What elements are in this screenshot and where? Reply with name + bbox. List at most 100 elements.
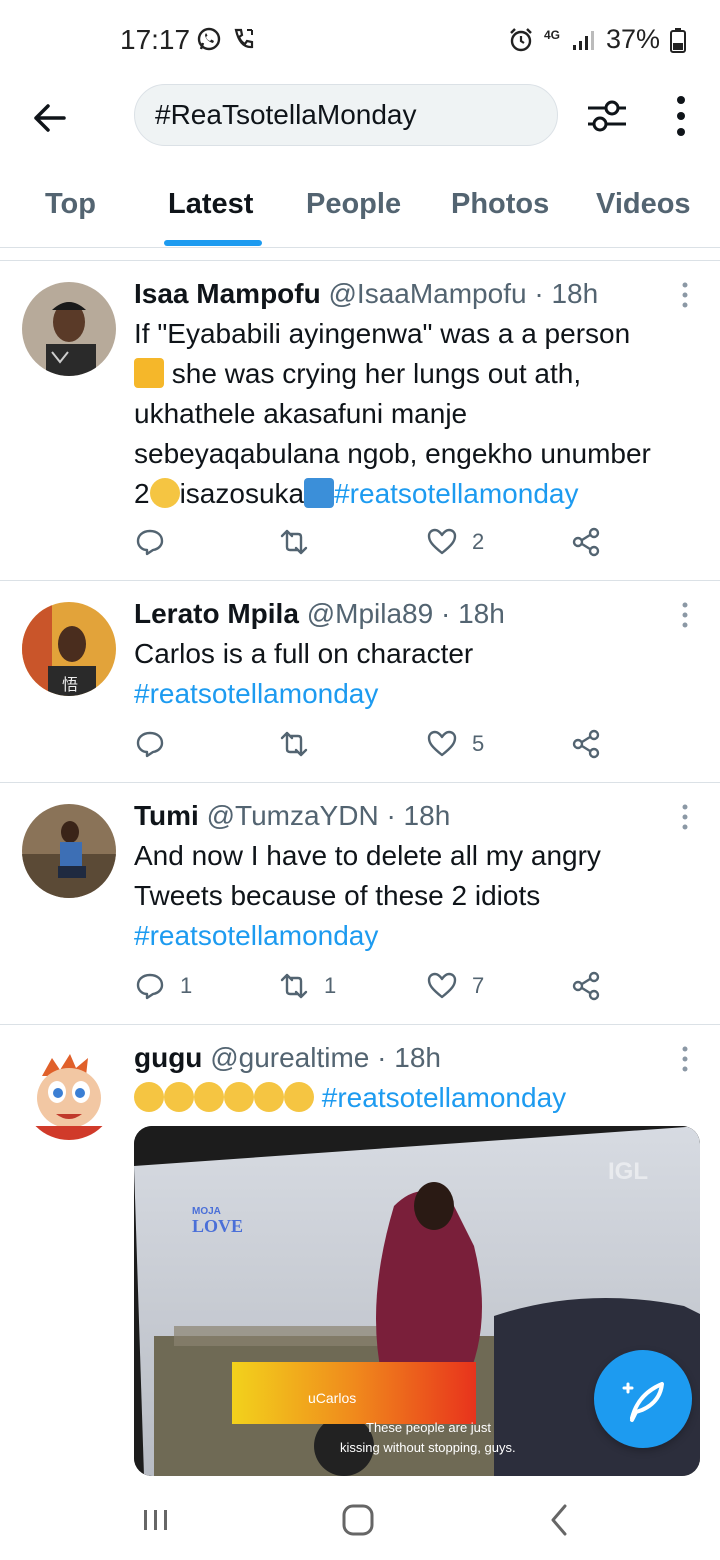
author-name[interactable]: Tumi [134,800,199,831]
reply-icon [136,731,164,758]
like-button[interactable]: 5 [426,728,484,760]
status-bar: 17:17 4G 37% [0,0,720,84]
tweet-more-icon[interactable] [676,802,694,832]
laughing-emoji [254,1082,284,1112]
avatar[interactable] [22,1046,116,1140]
more-options-icon[interactable] [664,94,698,138]
tweet-actions: 1 1 7 [134,970,614,1010]
tweet-text-line: isazosuka [179,478,305,509]
tweet-time: · 18h [386,800,451,831]
tweet-time: · 18h [534,278,599,309]
retweet-button[interactable] [278,526,324,558]
share-icon [572,971,600,1001]
reply-icon [136,529,164,556]
like-button[interactable]: 2 [426,526,484,558]
tweet-more-icon[interactable] [676,600,694,630]
share-button[interactable] [570,526,602,558]
hashtag-link[interactable]: #reatsotellamonday [322,1082,566,1113]
tweet[interactable]: Tumi @TumzaYDN · 18h And now I have to d… [0,784,720,1024]
rolling-eyes-emoji [149,478,180,508]
svg-text:悟: 悟 [62,675,78,694]
search-query: #ReaTsotellaMonday [155,99,417,130]
heart-icon [427,972,457,999]
author-handle[interactable]: @gurealtime [210,1042,369,1073]
heart-icon [427,528,457,555]
tab-videos[interactable]: Videos [596,188,691,221]
search-input[interactable]: #ReaTsotellaMonday [134,84,558,146]
tweet-text-line: she was crying her lungs out ath, [171,358,582,389]
whatsapp-icon [197,27,221,51]
divider [0,580,720,581]
avatar[interactable]: 悟 [22,602,116,696]
author-name[interactable]: Lerato Mpila [134,598,299,629]
feather-plus-icon [622,1382,664,1422]
subtitle-line: These people are just [366,1420,492,1435]
search-tabs: Top Latest People Photos Videos [0,176,720,248]
laughing-emoji [134,1082,164,1112]
tweet[interactable]: Isaa Mampofu @IsaaMampofu · 18h If "Eyab… [0,262,720,580]
hashtag-link[interactable]: #reatsotellamonday [134,916,694,956]
retweet-icon [280,973,308,999]
tweet-time: · 18h [377,1042,441,1073]
tab-latest[interactable]: Latest [168,188,253,221]
filter-settings-icon[interactable] [584,94,630,138]
tweet-more-icon[interactable] [676,280,694,310]
author-handle[interactable]: @TumzaYDN [207,800,379,831]
subtitle-line: kissing without stopping, guys. [340,1440,516,1455]
laughing-emoji [224,1082,254,1112]
author-handle[interactable]: @IsaaMampofu [328,278,526,309]
tab-top[interactable]: Top [45,188,96,221]
author-handle[interactable]: @Mpila89 [307,598,433,629]
tweet-text-line: Carlos is a full on character [134,638,474,669]
battery-icon [670,27,686,53]
tweet-text-line: 2 [134,478,150,509]
laughing-emoji [284,1082,314,1112]
status-time: 17:17 [120,24,191,55]
tweet-text-line: ukhathele akasafuni manje [134,398,468,429]
retweet-icon [280,529,308,555]
reply-button[interactable] [134,526,180,558]
laughing-emoji [164,1082,194,1112]
active-tab-indicator [164,240,262,246]
reply-icon [136,973,164,1000]
raising-hands-emoji [134,358,164,388]
tab-people[interactable]: People [306,188,401,221]
avatar[interactable] [22,282,116,376]
tweet-text-line: sebeyaqabulana ngob, engekho unumber [134,438,651,469]
like-button[interactable]: 7 [426,970,484,1002]
alarm-icon [510,27,532,51]
author-name[interactable]: gugu [134,1042,202,1073]
tweet-text-line: And now I have to delete all my angry [134,840,601,871]
author-name[interactable]: Isaa Mampofu [134,278,321,309]
retweet-icon [280,731,308,757]
tweet[interactable]: 悟 Lerato Mpila @Mpila89 · 18h Carlos is … [0,582,720,782]
compose-tweet-button[interactable] [594,1350,692,1448]
back-arrow-icon[interactable] [28,96,72,140]
share-icon [572,527,600,557]
tweet-text-line: If "Eyababili ayingenwa" was a a person [134,318,631,349]
hashtag-link[interactable]: #reatsotellamonday [334,478,578,509]
share-button[interactable] [570,728,602,760]
divider [0,1024,720,1025]
recent-apps-icon[interactable] [136,1500,176,1540]
tweet-time: · 18h [440,598,505,629]
home-icon[interactable] [338,1500,378,1540]
tab-photos[interactable]: Photos [451,188,549,221]
tweet-more-icon[interactable] [676,1044,694,1074]
hashtag-link[interactable]: #reatsotellamonday [134,674,694,714]
back-nav-icon[interactable] [540,1500,580,1540]
channel-logo-bottom: LOVE [192,1216,244,1236]
tweet-text: And now I have to delete all my angry Tw… [134,836,694,956]
reply-button[interactable]: 1 [134,970,192,1002]
retweet-button[interactable] [278,728,324,760]
avatar[interactable] [22,804,116,898]
tweet-actions: 2 [134,526,614,566]
retweet-button[interactable]: 1 [278,970,336,1002]
share-icon [572,729,600,759]
reply-button[interactable] [134,728,180,760]
share-button[interactable] [570,970,602,1002]
name-banner: uCarlos [308,1390,357,1406]
battery-percent: 37% [605,24,660,54]
divider [0,782,720,783]
tweet-text: If "Eyababili ayingenwa" was a a person … [134,314,694,514]
